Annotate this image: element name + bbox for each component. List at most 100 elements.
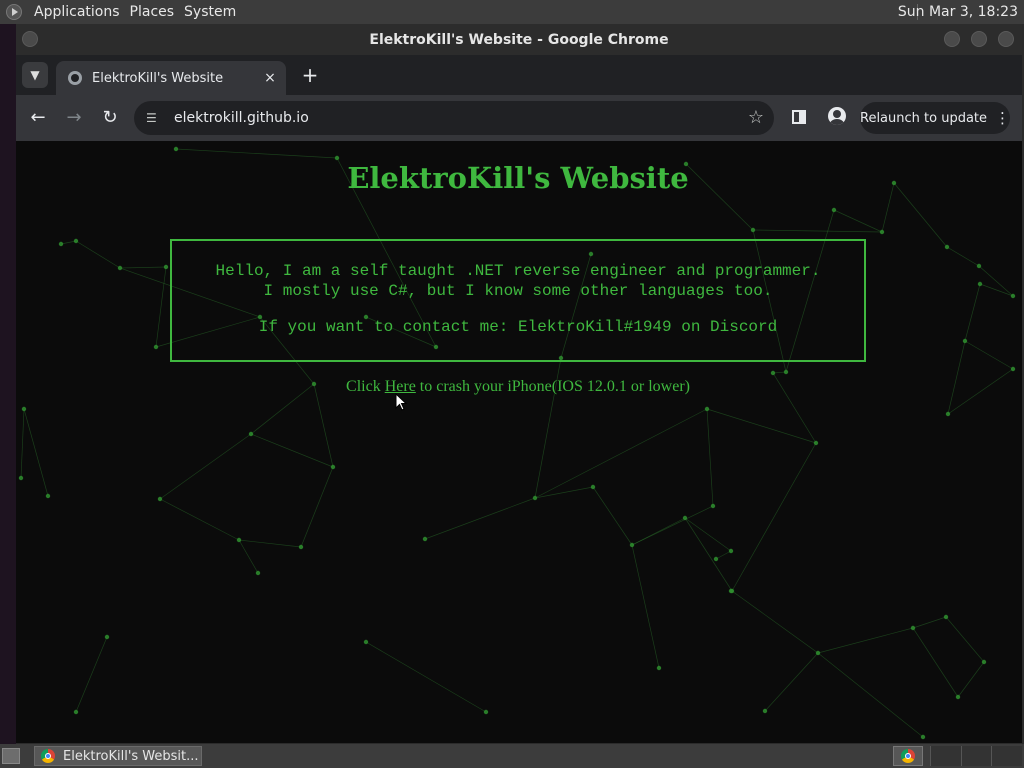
crash-suffix: to crash your iPhone(IOS 12.0.1 or lower… [415,378,690,395]
particle-dot [363,639,369,645]
mouse-cursor-icon [395,393,408,411]
tab-search-button[interactable]: ▼ [22,62,48,88]
particle-dot [713,556,719,562]
particle-dot [173,146,179,152]
site-info-icon[interactable]: ☰ [146,111,160,125]
close-window-icon[interactable] [998,31,1014,47]
particle-dot [770,370,776,376]
taskbar-item-chrome[interactable]: ElektroKill's Websit... [34,746,202,766]
profile-icon[interactable] [828,107,846,125]
menu-places[interactable]: Places [126,0,179,24]
particle-link [534,408,708,499]
particle-dot [104,634,110,640]
particle-link [912,627,959,698]
particle-dot [783,369,789,375]
chrome-icon [41,749,55,763]
more-menu-icon[interactable]: ⋮ [995,109,1010,127]
particle-link [817,627,914,654]
particle-link [752,229,883,233]
particle-dot [1010,366,1016,372]
intro-line-2: I mostly use C#, but I know some other l… [263,282,773,300]
crash-iphone-line: Click Here to crash your iPhone(IOS 12.0… [16,378,1020,396]
particle-dot [18,475,24,481]
tab-close-icon[interactable]: × [260,70,280,86]
maximize-icon[interactable] [971,31,987,47]
side-panel-icon[interactable] [792,110,806,124]
particle-dot [981,659,987,665]
particle-link [75,240,121,269]
top-panel: Applications Places System Sun Mar 3, 18… [0,0,1024,24]
particle-dot [629,542,635,548]
clock[interactable]: Sun Mar 3, 18:23 [898,0,1018,24]
address-bar[interactable]: ☰ elektrokill.github.io ☆ [134,101,774,135]
particle-dot [910,625,916,631]
particle-dot [962,338,968,344]
workspace-3[interactable] [991,746,1023,766]
particle-link [731,590,819,654]
new-tab-button[interactable]: + [298,63,322,87]
forward-arrow-icon[interactable]: → [62,106,86,130]
particle-link [155,266,167,348]
particle-dot [58,241,64,247]
browser-window: ElektroKill's Website - Google Chrome ▼ … [16,24,1022,743]
particle-link [534,486,594,499]
bookmark-star-icon[interactable]: ☆ [744,106,768,130]
particle-link [979,283,1014,297]
particle-link [631,517,686,546]
particle-dot [955,694,961,700]
particle-dot [117,265,123,271]
particle-dot [153,344,159,350]
particle-link [175,148,338,159]
particle-link [119,266,167,269]
particle-link [238,539,302,548]
particle-dot [831,207,837,213]
particle-link [706,408,817,444]
particle-dot [728,588,734,594]
particle-link [23,408,49,497]
menu-applications[interactable]: Applications [30,0,124,24]
particle-dot [255,570,261,576]
particle-link [159,498,240,541]
particle-dot [590,484,596,490]
globe-icon [68,71,82,85]
minimize-icon[interactable] [944,31,960,47]
show-desktop-icon[interactable] [2,748,20,764]
tray-chrome-button[interactable] [893,746,923,766]
particle-link [715,550,732,560]
back-arrow-icon[interactable]: ← [26,106,50,130]
particle-dot [21,406,27,412]
particle-dot [682,515,688,521]
relaunch-to-update-button[interactable]: Relaunch to update ⋮ [860,102,1010,134]
particle-dot [73,238,79,244]
particle-dot [977,281,983,287]
particle-link [75,636,108,713]
window-menu-icon[interactable] [22,31,38,47]
menu-system[interactable]: System [180,0,240,24]
page-title: ElektroKill's Website [347,161,689,195]
workspace-switcher[interactable] [930,746,1023,766]
particle-link [957,661,985,698]
particle-link [945,616,985,663]
particle-dot [976,263,982,269]
particle-link [764,652,819,712]
particle-dot [1010,293,1016,299]
workspace-1[interactable] [930,746,961,766]
url-text[interactable]: elektrokill.github.io [174,110,309,126]
particle-link [365,641,487,713]
particle-dot [330,464,336,470]
browser-toolbar: ← → ↻ ☰ elektrokill.github.io ☆ Relaunch… [16,95,1022,141]
particle-dot [532,495,538,501]
workspace-2[interactable] [960,746,992,766]
particle-link [631,544,660,669]
window-titlebar[interactable]: ElektroKill's Website - Google Chrome [16,24,1022,55]
particle-dot [944,244,950,250]
reload-icon[interactable]: ↻ [98,106,122,130]
particle-link [978,265,1014,297]
tab-active[interactable]: ElektroKill's Website × [56,61,286,95]
particle-link [300,466,334,548]
particle-dot [945,411,951,417]
particle-dot [728,548,734,554]
particle-link [60,240,77,245]
distro-logo-icon[interactable] [6,4,22,20]
chevron-down-icon: ▼ [30,68,40,82]
